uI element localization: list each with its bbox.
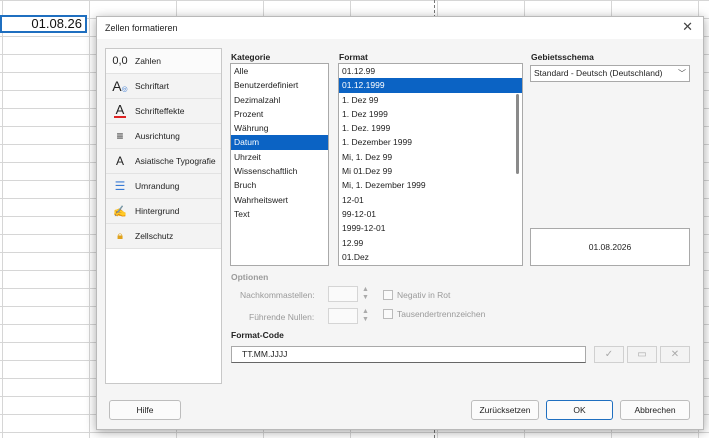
list-item[interactable]: Text (231, 207, 328, 221)
list-item[interactable]: 12.99 (339, 236, 522, 250)
active-cell[interactable]: 01.08.26 (0, 15, 87, 33)
nachkommastellen-stepper[interactable]: ▲ ▼ (328, 286, 374, 302)
optionen-label: Optionen (231, 272, 269, 282)
nav-item-umrandung[interactable]: ☰ Umrandung (106, 174, 221, 199)
nav-item-hintergrund[interactable]: ✍ Hintergrund (106, 199, 221, 224)
numbers-icon: 0,0 (112, 55, 128, 67)
list-item[interactable]: Datum (231, 135, 328, 150)
list-item[interactable]: Mi 01.Dez 99 (339, 164, 522, 178)
nav-label: Asiatische Typografie (135, 156, 216, 166)
list-item[interactable]: 1. Dezember 1999 (339, 135, 522, 149)
format-cells-dialog: Zellen formatieren ✕ 0,0 Zahlen A◎ Schri… (96, 16, 704, 430)
negativ-rot-checkbox[interactable]: Negativ in Rot (383, 290, 450, 300)
list-item[interactable]: Bruch (231, 178, 328, 192)
fuehrende-nullen-label: Führende Nullen: (249, 312, 315, 322)
list-item[interactable]: 1. Dez. 1999 (339, 121, 522, 135)
list-item[interactable]: 1. Dez 1999 (339, 107, 522, 121)
format-preview: 01.08.2026 (530, 228, 690, 266)
kategorie-list[interactable]: Alle Benutzerdefiniert Dezimalzahl Prozent W… (230, 63, 329, 266)
kategorie-label: Kategorie (231, 52, 271, 62)
list-item[interactable]: 1. Dez 99 (339, 93, 522, 107)
format-code-label: Format-Code (231, 330, 284, 340)
nav-item-zellschutz[interactable]: 🔒︎ Zellschutz (106, 224, 221, 249)
comment-button[interactable]: ▭ (627, 346, 657, 363)
nav-item-asiatische-typografie[interactable]: A Asiatische Typografie (106, 149, 221, 174)
help-button[interactable]: Hilfe (109, 400, 181, 420)
reset-button[interactable]: Zurücksetzen (471, 400, 539, 420)
list-item[interactable]: Mi, 1. Dez 99 (339, 150, 522, 164)
tausender-checkbox[interactable]: Tausendertrennzeichen (383, 309, 485, 319)
format-label: Format (339, 52, 368, 62)
list-item[interactable]: 01.12.99 (339, 64, 522, 78)
gebietsschema-label: Gebietsschema (531, 52, 594, 62)
nachkommastellen-label: Nachkommastellen: (240, 290, 315, 300)
dialog-title: Zellen formatieren (105, 23, 178, 33)
list-item[interactable]: 1999-12-01 (339, 221, 522, 235)
nav-label: Zellschutz (135, 231, 174, 241)
category-nav: 0,0 Zahlen A◎ Schriftart A Schrifteffekt… (105, 48, 222, 384)
list-item[interactable]: Wissenschaftlich (231, 164, 328, 178)
list-item[interactable]: Benutzerdefiniert (231, 78, 328, 92)
font-icon: A◎ (112, 78, 128, 94)
format-scrollbar[interactable] (515, 66, 521, 263)
list-item[interactable]: Wahrheitswert (231, 193, 328, 207)
nav-item-zahlen[interactable]: 0,0 Zahlen (106, 49, 221, 74)
cancel-button[interactable]: Abbrechen (620, 400, 690, 420)
list-item[interactable]: Dezimalzahl (231, 93, 328, 107)
nav-label: Hintergrund (135, 206, 180, 216)
fuehrende-nullen-stepper[interactable]: ▲ ▼ (328, 308, 374, 324)
nav-item-schrifteffekte[interactable]: A Schrifteffekte (106, 99, 221, 124)
nav-label: Ausrichtung (135, 131, 180, 141)
comment-icon: ▭ (637, 349, 647, 360)
borders-icon: ☰ (114, 179, 126, 193)
tausender-label: Tausendertrennzeichen (397, 309, 486, 319)
list-item[interactable]: Prozent (231, 107, 328, 121)
dialog-titlebar: Zellen formatieren ✕ (97, 17, 703, 39)
format-code-input[interactable]: TT.MM.JJJJ (231, 346, 586, 363)
locale-value: Standard - Deutsch (Deutschland) (534, 68, 663, 78)
delete-code-button[interactable]: ✕ (660, 346, 690, 363)
scrollbar-thumb[interactable] (516, 94, 519, 174)
list-item[interactable]: 99-12-01 (339, 207, 522, 221)
nav-label: Schriftart (135, 81, 170, 91)
background-fill-icon: ✍ (113, 205, 127, 218)
list-item[interactable]: Alle (231, 64, 328, 78)
negativ-rot-label: Negativ in Rot (397, 290, 451, 300)
alignment-icon: ≡ (116, 129, 124, 143)
list-item[interactable]: 01.12.1999 (339, 78, 522, 93)
ok-button[interactable]: OK (546, 400, 613, 420)
list-item[interactable]: Mi, 1. Dezember 1999 (339, 178, 522, 192)
close-icon: ✕ (670, 349, 680, 360)
font-effects-icon: A (114, 102, 126, 118)
check-icon: ✓ (604, 349, 614, 360)
lock-icon: 🔒︎ (117, 229, 123, 242)
accept-code-button[interactable]: ✓ (594, 346, 624, 363)
nav-item-schriftart[interactable]: A◎ Schriftart (106, 74, 221, 99)
nav-label: Umrandung (135, 181, 180, 191)
format-list[interactable]: 01.12.99 01.12.1999 1. Dez 99 1. Dez 1999 1.… (338, 63, 523, 266)
list-item[interactable]: Währung (231, 121, 328, 135)
list-item[interactable]: 01.Dez (339, 250, 522, 264)
locale-select[interactable]: Standard - Deutsch (Deutschland) ﹀ (530, 65, 690, 82)
close-button[interactable]: ✕ (682, 19, 693, 35)
nav-label: Zahlen (135, 56, 161, 66)
nav-label: Schrifteffekte (135, 106, 185, 116)
nav-item-ausrichtung[interactable]: ≡ Ausrichtung (106, 124, 221, 149)
list-item[interactable]: Uhrzeit (231, 150, 328, 164)
chevron-down-icon: ﹀ (678, 69, 686, 78)
asian-typography-icon: A (115, 154, 124, 168)
list-item[interactable]: 12-01 (339, 193, 522, 207)
